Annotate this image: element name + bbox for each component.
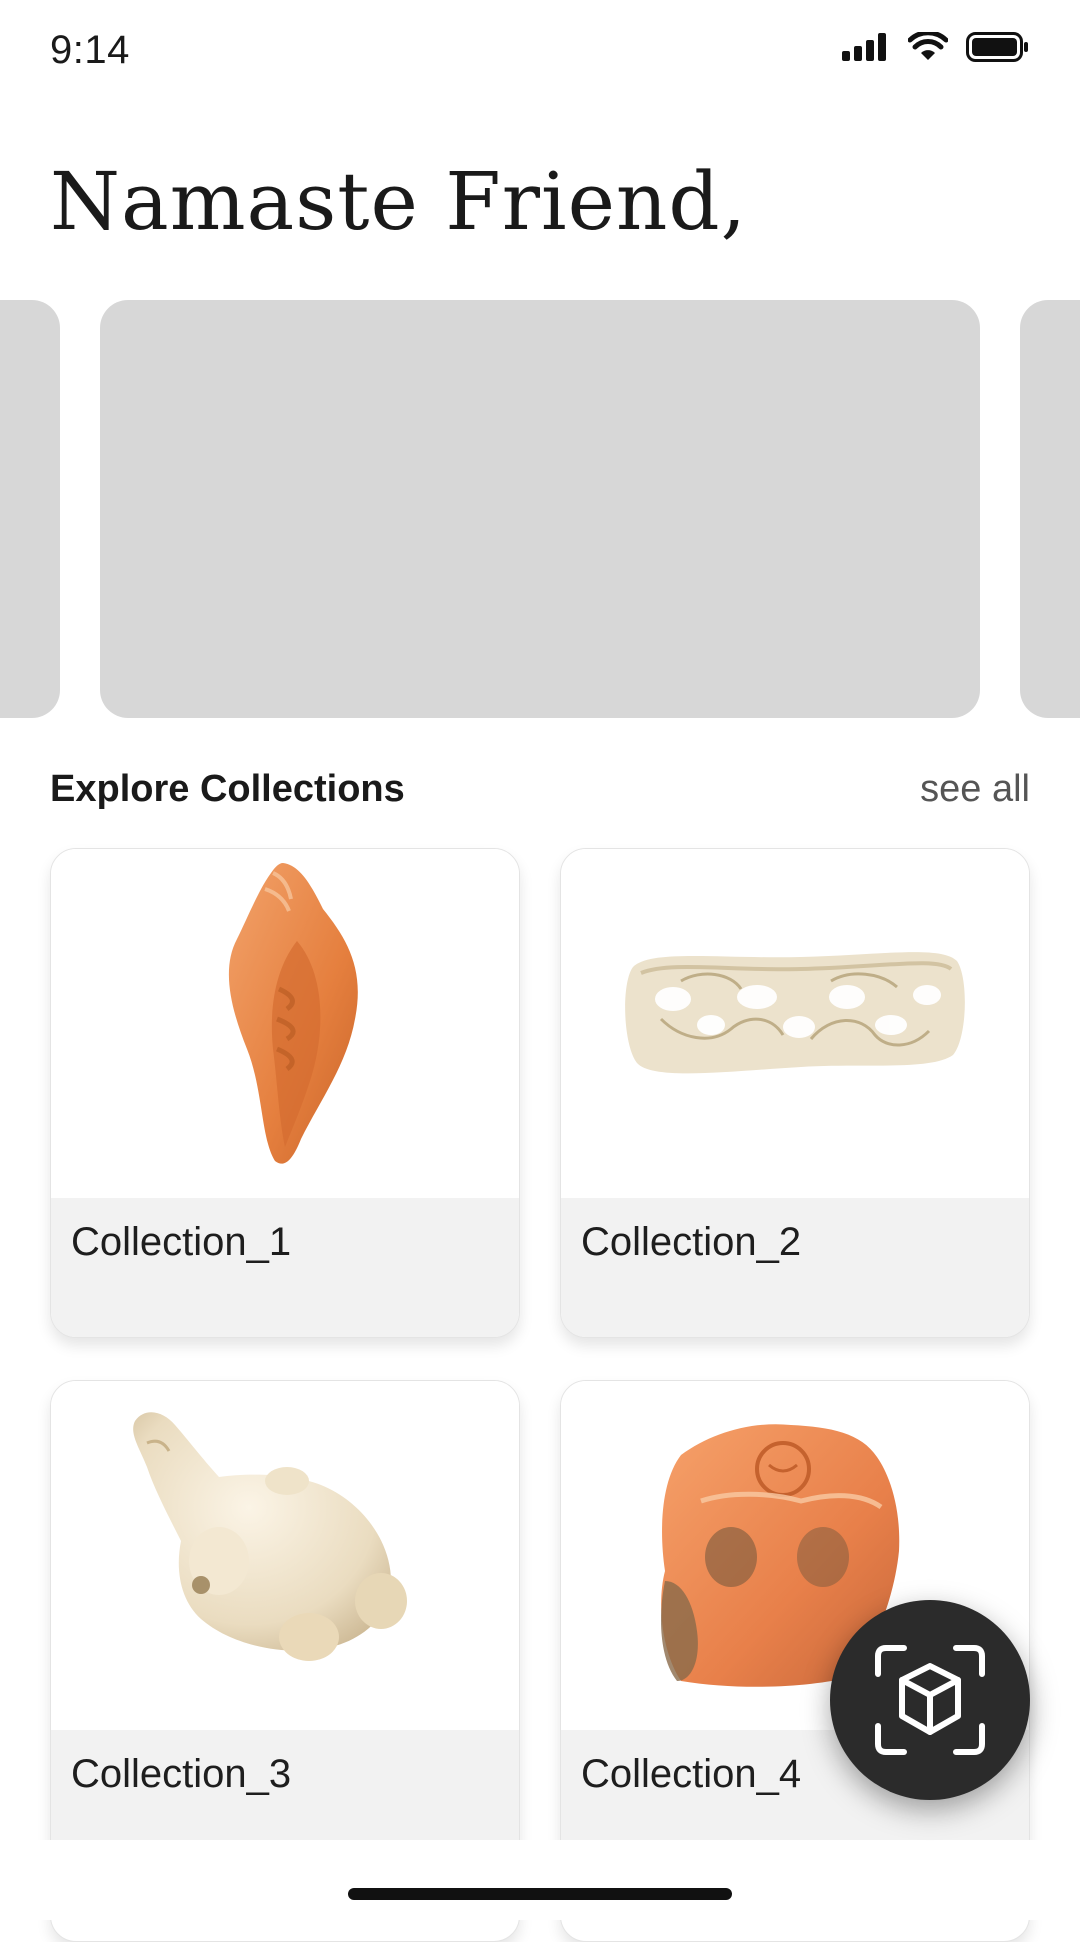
collection-name: Collection_4 — [581, 1752, 802, 1796]
greeting-title: Namaste Friend, — [50, 155, 748, 248]
collection-label-area: Collection_2 — [561, 1198, 1029, 1337]
banner-card-current[interactable] — [100, 300, 980, 718]
status-icons — [842, 32, 1030, 62]
collection-name: Collection_2 — [581, 1220, 802, 1264]
collection-name: Collection_1 — [71, 1220, 292, 1264]
cellular-signal-icon — [842, 33, 886, 61]
banner-card-next[interactable] — [1020, 300, 1080, 718]
banner-card-previous[interactable] — [0, 300, 60, 718]
collection-image — [51, 849, 519, 1198]
banner-carousel[interactable] — [0, 300, 1080, 718]
collection-name: Collection_3 — [71, 1752, 292, 1796]
section-title: Explore Collections — [50, 768, 405, 810]
collection-label-area: Collection_1 — [51, 1198, 519, 1337]
ar-scan-button[interactable] — [830, 1600, 1030, 1800]
ar-cube-scan-icon — [875, 1645, 985, 1755]
conch-shell-image — [228, 863, 358, 1164]
bottom-safe-area — [0, 1840, 1080, 1920]
see-all-link[interactable]: see all — [920, 768, 1030, 811]
home-indicator[interactable] — [348, 1888, 732, 1900]
collection-card[interactable]: Collection_2 — [560, 848, 1030, 1338]
carved-ivory-ring-image — [625, 952, 965, 1074]
section-header: Explore Collections see all — [50, 768, 1030, 811]
battery-icon — [966, 32, 1028, 62]
white-animal-figurine-image — [133, 1412, 407, 1661]
wifi-icon — [908, 32, 948, 60]
status-time: 9:14 — [50, 28, 130, 72]
collection-image — [51, 1381, 519, 1730]
status-bar: 9:14 — [0, 0, 1080, 100]
collection-card[interactable]: Collection_1 — [50, 848, 520, 1338]
collection-image — [561, 849, 1029, 1198]
